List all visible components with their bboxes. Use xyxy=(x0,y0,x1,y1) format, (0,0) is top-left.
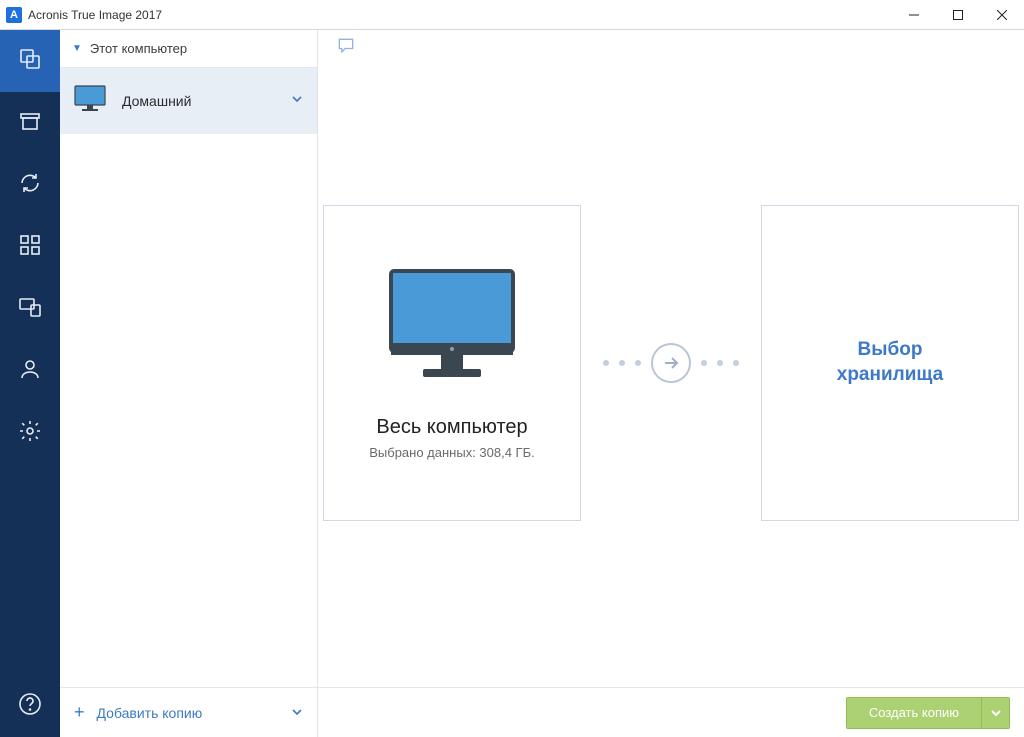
nav-sync[interactable] xyxy=(0,154,60,216)
target-title-line2: хранилища xyxy=(837,363,943,388)
flow-arrow xyxy=(603,343,739,383)
main-area: Весь компьютер Выбрано данных: 308,4 ГБ.… xyxy=(318,30,1024,737)
dot-icon xyxy=(717,360,723,366)
backup-target-card[interactable]: Выбор хранилища xyxy=(761,205,1019,521)
window-controls xyxy=(892,0,1024,29)
target-title-line1: Выбор xyxy=(837,338,943,363)
source-title: Весь компьютер xyxy=(376,416,527,439)
minimize-button[interactable] xyxy=(892,0,936,29)
close-button[interactable] xyxy=(980,0,1024,29)
dot-icon xyxy=(733,360,739,366)
nav-backup[interactable] xyxy=(0,30,60,92)
backup-icon xyxy=(18,47,42,76)
plus-icon: + xyxy=(74,702,85,723)
computer-illustration-icon xyxy=(377,265,527,390)
sidebar-header-label: Этот компьютер xyxy=(90,41,187,56)
chevron-down-icon[interactable] xyxy=(291,705,303,721)
help-icon xyxy=(18,692,42,721)
source-subtitle: Выбрано данных: 308,4 ГБ. xyxy=(369,445,535,460)
grid-icon xyxy=(18,233,42,262)
nav-settings[interactable] xyxy=(0,402,60,464)
main-toolbar xyxy=(318,30,1024,68)
backup-stage: Весь компьютер Выбрано данных: 308,4 ГБ.… xyxy=(318,68,1024,687)
titlebar: A Acronis True Image 2017 xyxy=(0,0,1024,30)
nav-account[interactable] xyxy=(0,340,60,402)
app-icon: A xyxy=(6,7,22,23)
create-backup-label: Создать копию xyxy=(847,698,981,728)
backup-item-label: Домашний xyxy=(122,93,191,109)
sidebar-header[interactable]: ▼ Этот компьютер xyxy=(60,30,317,68)
titlebar-left: A Acronis True Image 2017 xyxy=(6,7,162,23)
window-title: Acronis True Image 2017 xyxy=(28,8,162,22)
devices-icon xyxy=(18,295,42,324)
add-backup-label: Добавить копию xyxy=(97,705,203,721)
nav-rail xyxy=(0,30,60,737)
user-icon xyxy=(18,357,42,386)
comment-icon[interactable] xyxy=(336,36,356,61)
nav-archive[interactable] xyxy=(0,92,60,154)
dot-icon xyxy=(701,360,707,366)
add-backup-button[interactable]: + Добавить копию xyxy=(60,687,317,737)
arrow-right-icon xyxy=(651,343,691,383)
sidebar: ▼ Этот компьютер Домашний + Добавить коп… xyxy=(60,30,318,737)
backup-list-item[interactable]: Домашний xyxy=(60,68,317,134)
sync-icon xyxy=(18,171,42,200)
main-footer: Создать копию xyxy=(318,687,1024,737)
dot-icon xyxy=(635,360,641,366)
collapse-triangle-icon: ▼ xyxy=(72,43,82,54)
create-backup-button[interactable]: Создать копию xyxy=(846,697,1010,729)
nav-dashboard[interactable] xyxy=(0,216,60,278)
create-backup-dropdown[interactable] xyxy=(981,698,1009,728)
backup-source-card[interactable]: Весь компьютер Выбрано данных: 308,4 ГБ. xyxy=(323,205,581,521)
maximize-button[interactable] xyxy=(936,0,980,29)
archive-icon xyxy=(18,109,42,138)
gear-icon xyxy=(18,419,42,448)
dot-icon xyxy=(619,360,625,366)
chevron-down-icon[interactable] xyxy=(291,92,303,110)
dot-icon xyxy=(603,360,609,366)
monitor-icon xyxy=(74,85,106,118)
target-title: Выбор хранилища xyxy=(837,338,943,387)
nav-devices[interactable] xyxy=(0,278,60,340)
nav-help[interactable] xyxy=(0,675,60,737)
app-shell: ▼ Этот компьютер Домашний + Добавить коп… xyxy=(0,30,1024,737)
